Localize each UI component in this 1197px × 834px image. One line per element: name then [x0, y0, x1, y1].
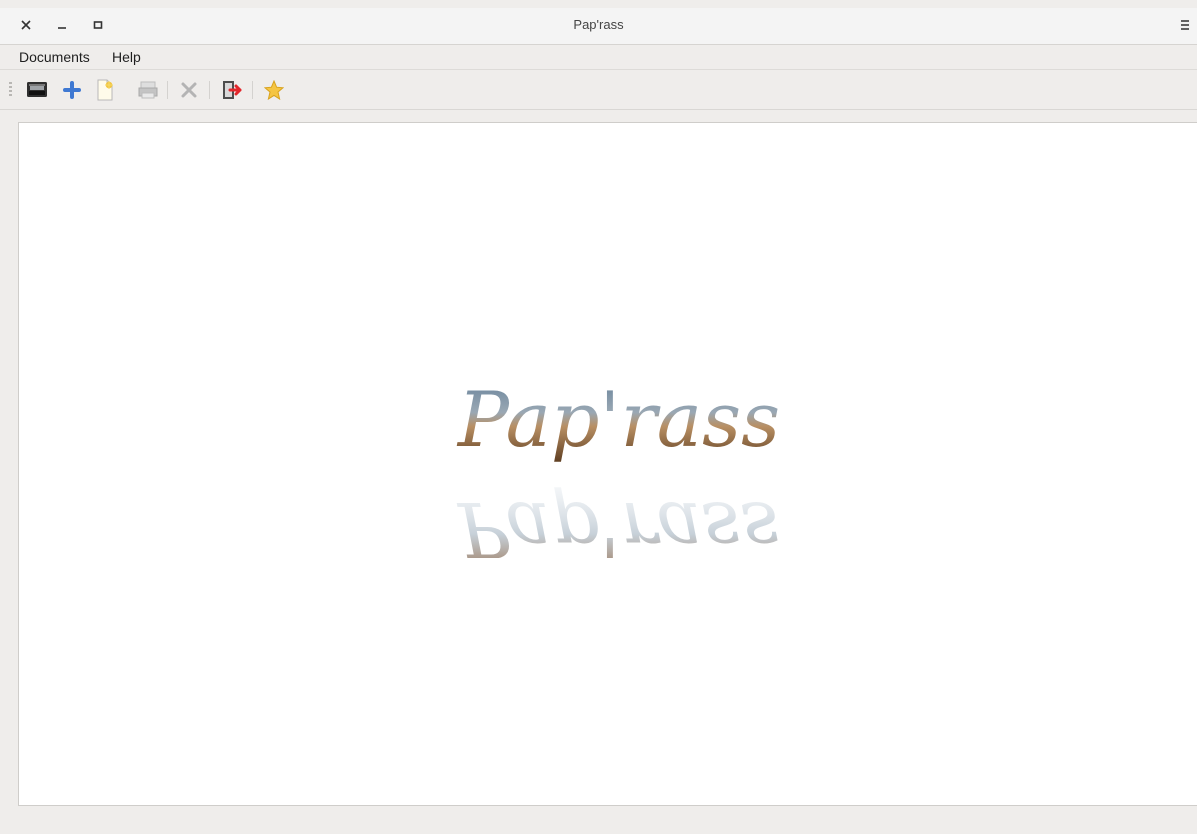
- app-logo: Pap'rass Pap'rass: [456, 375, 780, 558]
- window-title: Pap'rass: [573, 17, 624, 32]
- toolbar-separator: [252, 81, 253, 99]
- toolbar-separator: [209, 81, 210, 99]
- toolbar-grip[interactable]: [9, 82, 12, 98]
- title-bar: Pap'rass: [0, 8, 1197, 45]
- logo-reflection: Pap'rass: [456, 485, 780, 558]
- delete-button: [177, 78, 201, 102]
- hamburger-menu-icon: [1181, 20, 1189, 30]
- star-icon: [264, 80, 284, 100]
- print-button: [136, 78, 160, 102]
- logo-text: Pap'rass: [456, 375, 780, 464]
- new-document-button[interactable]: [93, 78, 117, 102]
- toolbar-separator: [167, 81, 168, 99]
- exit-button[interactable]: [219, 78, 243, 102]
- print-icon: [138, 81, 158, 99]
- status-bar: [0, 807, 1197, 834]
- new-document-icon: [97, 79, 113, 101]
- exit-icon: [223, 81, 242, 99]
- scanner-icon: [27, 82, 47, 97]
- document-view: Pap'rass Pap'rass: [18, 122, 1197, 806]
- favorite-button[interactable]: [262, 78, 286, 102]
- menu-help[interactable]: Help: [112, 49, 141, 65]
- add-icon: [63, 81, 81, 99]
- add-button[interactable]: [60, 78, 84, 102]
- application-window: Pap'rass Documents Help Pap'rass Pap'ras…: [0, 0, 1197, 834]
- menu-documents[interactable]: Documents: [19, 49, 90, 65]
- toolbar: [0, 70, 1197, 110]
- menu-bar: Documents Help: [0, 45, 1197, 70]
- window-menu-button[interactable]: [1177, 17, 1193, 33]
- scan-button[interactable]: [25, 78, 49, 102]
- delete-icon: [181, 82, 197, 98]
